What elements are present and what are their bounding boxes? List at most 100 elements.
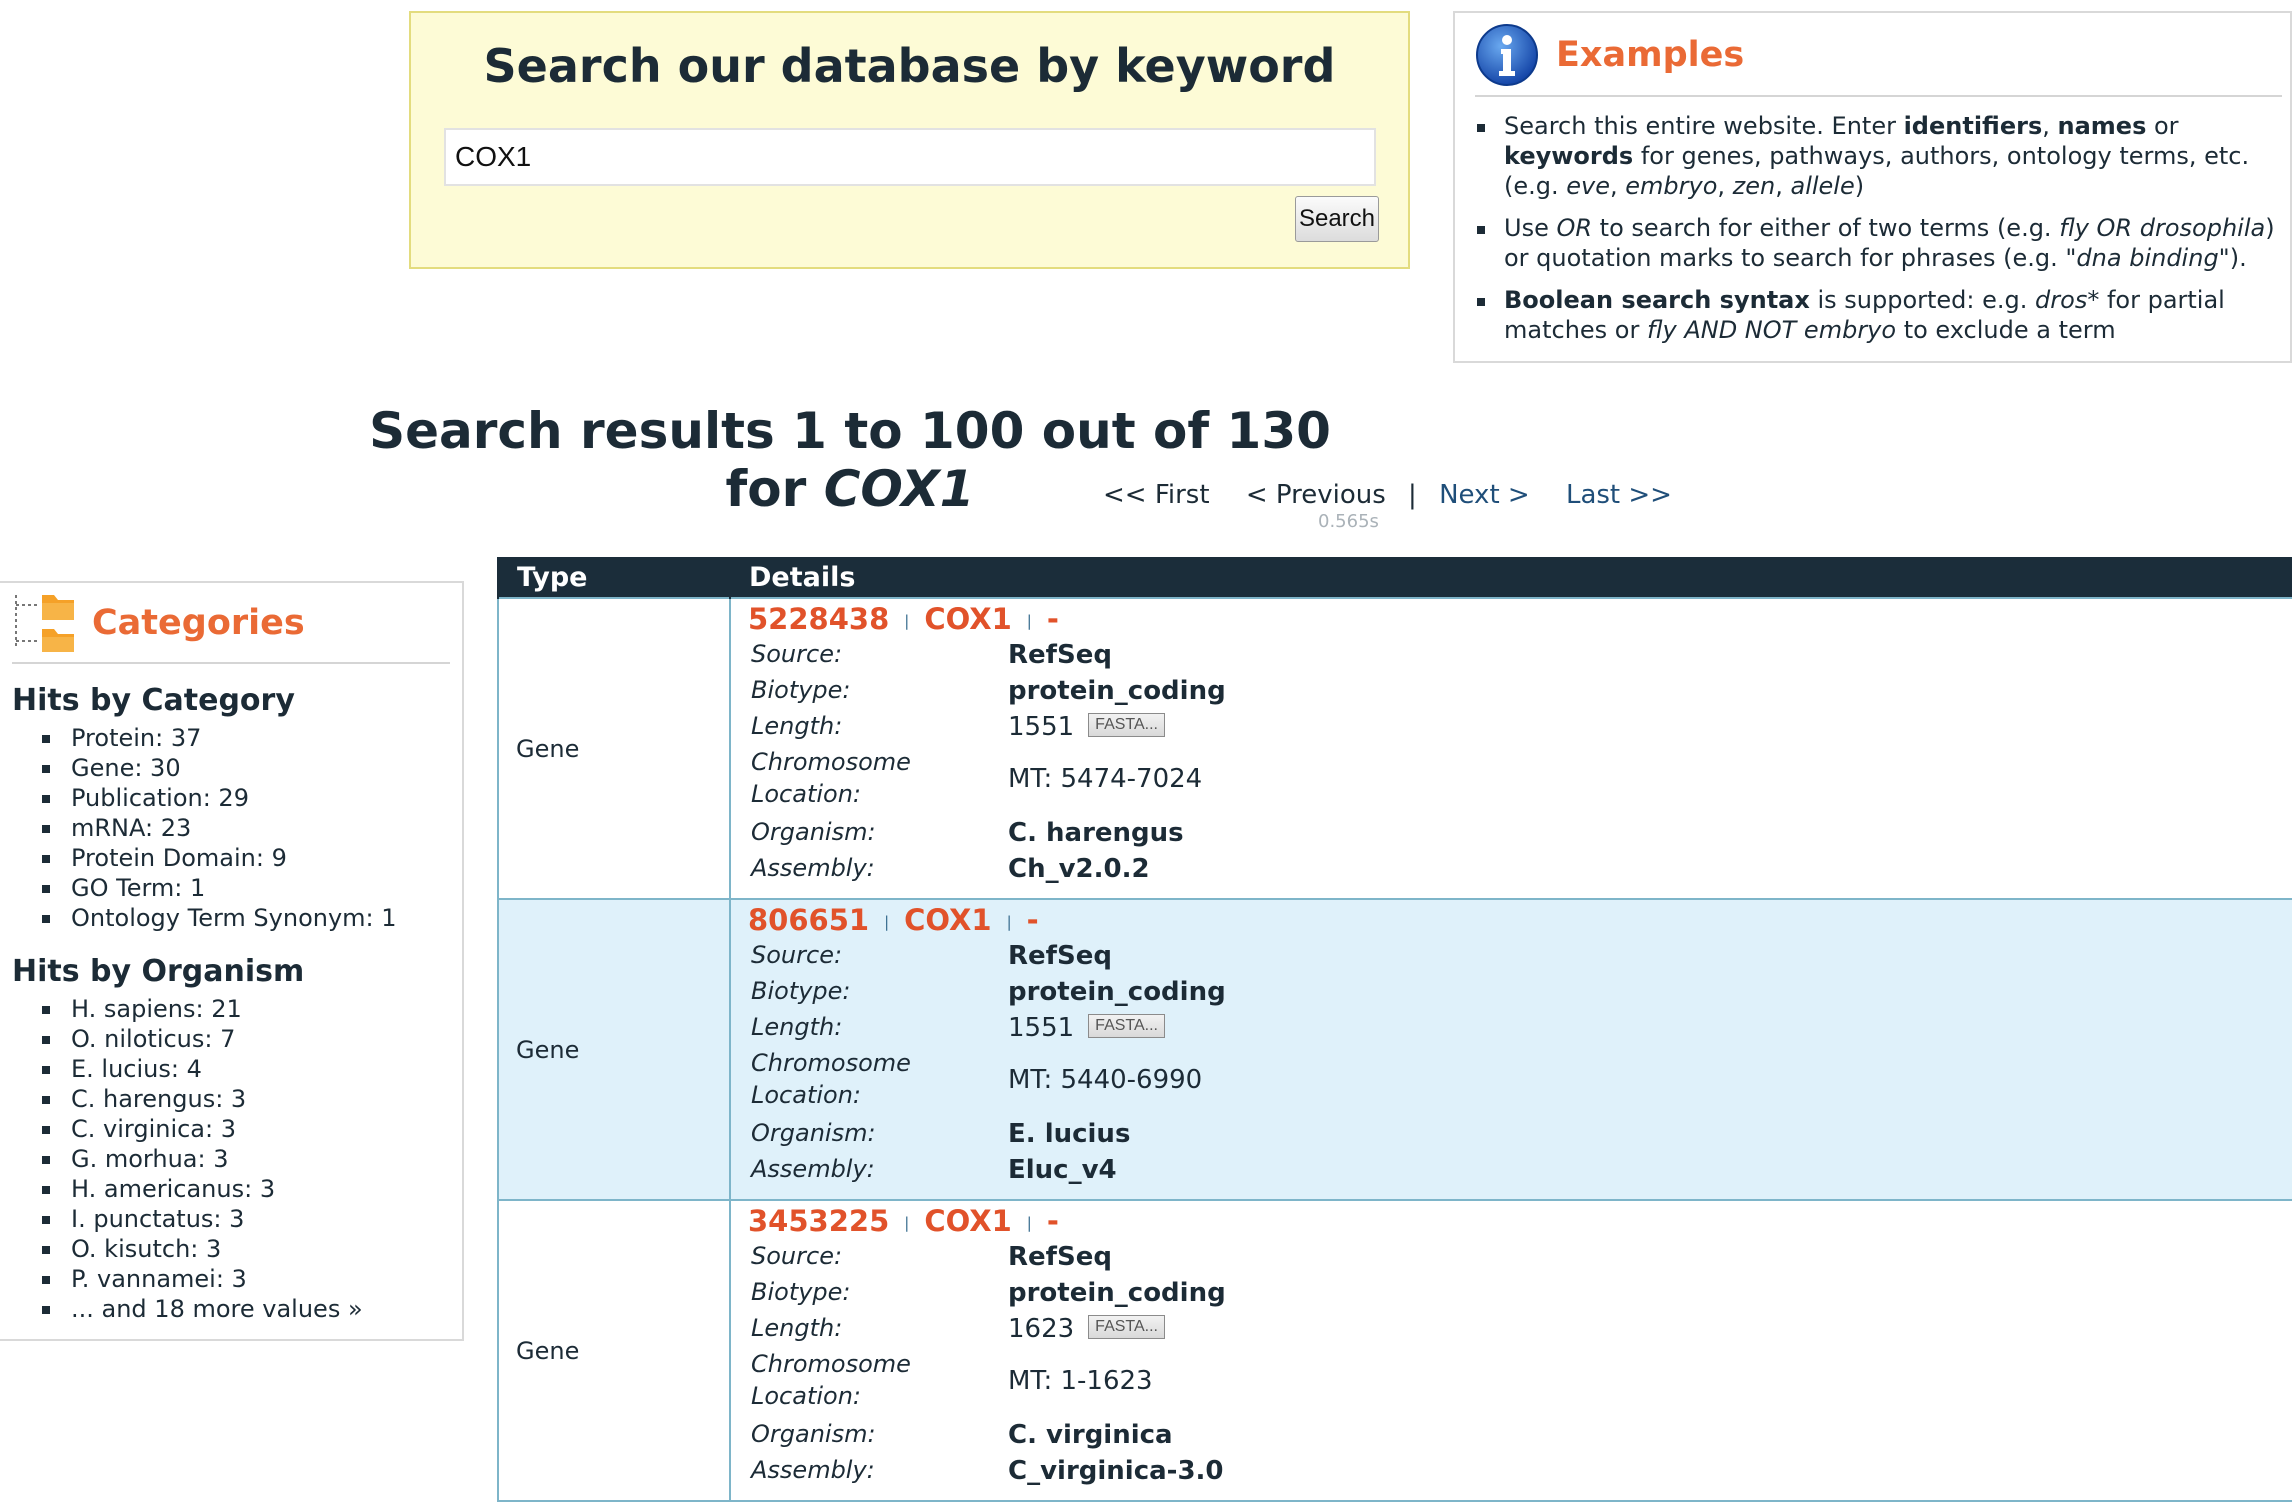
field-label: Chromosome Location: (751, 748, 911, 808)
field-value: RefSeq (1008, 1242, 1112, 1272)
organism-item[interactable]: O. niloticus: 7 (12, 1024, 365, 1054)
divider (12, 662, 450, 664)
field-value: C_virginica-3.0 (1008, 1456, 1224, 1486)
field-organism: Organism: C. virginica (731, 1416, 2292, 1452)
field-label: Assembly: (751, 854, 875, 882)
field-assembly: Assembly: Ch_v2.0.2 (731, 850, 2292, 886)
divider (1475, 95, 2282, 97)
organism-item[interactable]: O. kisutch: 3 (12, 1234, 365, 1264)
result-symbol-link[interactable]: COX1 (924, 602, 1011, 636)
field-value: MT: 1-1623 (1008, 1366, 1153, 1396)
field-length: Length: 1551 FASTA... (731, 708, 2292, 744)
field-chromosome-location: Chromosome Location: MT: 1-1623 (731, 1346, 2292, 1416)
fasta-button[interactable]: FASTA... (1088, 1013, 1165, 1038)
result-symbol-link[interactable]: COX1 (924, 1204, 1011, 1238)
results-header-row: Type Details (497, 557, 2292, 598)
examples-list: Search this entire website. Enter identi… (1473, 111, 2282, 357)
organism-item[interactable]: P. vannamei: 3 (12, 1264, 365, 1294)
field-label: Assembly: (751, 1456, 875, 1484)
table-row: Gene 806651 | COX1 | - Source: RefSeq Biotype… (497, 898, 2292, 1201)
field-label: Biotype: (751, 676, 851, 704)
search-input[interactable] (444, 128, 1376, 186)
result-heading: 5228438 | COX1 | - (731, 599, 2292, 636)
pager-next-link[interactable]: Next > (1439, 480, 1530, 510)
category-item[interactable]: Protein Domain: 9 (12, 843, 397, 873)
field-value: E. lucius (1008, 1119, 1131, 1149)
result-id-link[interactable]: 806651 (748, 903, 869, 937)
field-biotype: Biotype: protein_coding (731, 672, 2292, 708)
result-symbol-link[interactable]: COX1 (904, 903, 991, 937)
field-value: RefSeq (1008, 640, 1112, 670)
categories-title: Categories (92, 603, 305, 643)
table-row: Gene 5228438 | COX1 | - Source: RefSeq Biotyp… (497, 597, 2292, 900)
examples-title: Examples (1556, 35, 1745, 75)
fasta-button[interactable]: FASTA... (1088, 712, 1165, 737)
organism-item[interactable]: H. americanus: 3 (12, 1174, 365, 1204)
result-heading: 806651 | COX1 | - (731, 900, 2292, 937)
field-label: Source: (751, 1242, 843, 1270)
field-value-wrap: 1623 FASTA... (1008, 1314, 1165, 1344)
field-chromosome-location: Chromosome Location: MT: 5440-6990 (731, 1045, 2292, 1115)
field-value: 1623 (1008, 1314, 1075, 1344)
details-cell: 3453225 | COX1 | - Source: RefSeq Biotype: pro… (729, 1199, 2292, 1502)
type-cell: Gene (497, 597, 731, 900)
category-item[interactable]: Protein: 37 (12, 723, 397, 753)
field-label: Length: (751, 1013, 843, 1041)
search-panel: Search our database by keyword Search (409, 11, 1410, 269)
field-label: Organism: (751, 1420, 876, 1448)
field-value: protein_coding (1008, 676, 1226, 706)
result-name: - (1026, 903, 1039, 937)
separator: | (904, 1214, 910, 1232)
category-item[interactable]: Ontology Term Synonym: 1 (12, 903, 397, 933)
field-value: protein_coding (1008, 977, 1226, 1007)
results-query: COX1 (823, 460, 975, 518)
separator: | (884, 913, 890, 931)
field-source: Source: RefSeq (731, 636, 2292, 672)
result-id-link[interactable]: 5228438 (748, 602, 889, 636)
info-icon (1476, 24, 1538, 86)
details-column-header: Details (729, 557, 2292, 598)
organism-item[interactable]: H. sapiens: 21 (12, 994, 365, 1024)
category-item[interactable]: GO Term: 1 (12, 873, 397, 903)
field-biotype: Biotype: protein_coding (731, 1274, 2292, 1310)
field-value: C. harengus (1008, 818, 1184, 848)
category-item[interactable]: mRNA: 23 (12, 813, 397, 843)
folder-tree-icon (15, 595, 74, 652)
hits-by-category-heading: Hits by Category (12, 683, 295, 718)
organism-item[interactable]: I. punctatus: 3 (12, 1204, 365, 1234)
field-value: C. virginica (1008, 1420, 1173, 1450)
field-organism: Organism: C. harengus (731, 814, 2292, 850)
category-item[interactable]: Publication: 29 (12, 783, 397, 813)
organism-item[interactable]: C. harengus: 3 (12, 1084, 365, 1114)
field-assembly: Assembly: Eluc_v4 (731, 1151, 2292, 1187)
example-item-2: Use OR to search for either of two terms… (1473, 213, 2282, 273)
field-value: MT: 5440-6990 (1008, 1065, 1203, 1095)
search-button[interactable]: Search (1295, 196, 1379, 242)
pager-previous: < Previous (1245, 480, 1386, 510)
field-label: Biotype: (751, 977, 851, 1005)
field-length: Length: 1551 FASTA... (731, 1009, 2292, 1045)
example-item-3: Boolean search syntax is supported: e.g.… (1473, 285, 2282, 345)
type-column-header: Type (497, 557, 730, 598)
field-label: Length: (751, 712, 843, 740)
field-label: Length: (751, 1314, 843, 1342)
type-cell: Gene (497, 1199, 731, 1502)
result-id-link[interactable]: 3453225 (748, 1204, 889, 1238)
result-name: - (1046, 602, 1059, 636)
pager: << First < Previous | Next > Last >> (1103, 480, 1672, 510)
organism-item[interactable]: E. lucius: 4 (12, 1054, 365, 1084)
field-label: Biotype: (751, 1278, 851, 1306)
organism-item[interactable]: C. virginica: 3 (12, 1114, 365, 1144)
more-values-link[interactable]: ... and 18 more values » (12, 1294, 365, 1324)
fasta-button[interactable]: FASTA... (1088, 1314, 1165, 1339)
field-organism: Organism: E. lucius (731, 1115, 2292, 1151)
search-title: Search our database by keyword (483, 39, 1336, 93)
field-value: RefSeq (1008, 941, 1112, 971)
field-label: Organism: (751, 818, 876, 846)
pager-last-link[interactable]: Last >> (1566, 480, 1672, 510)
category-item[interactable]: Gene: 30 (12, 753, 397, 783)
table-row: Gene 3453225 | COX1 | - Source: RefSeq Biotyp… (497, 1199, 2292, 1502)
organism-item[interactable]: G. morhua: 3 (12, 1144, 365, 1174)
separator: | (1006, 913, 1012, 931)
pager-separator: | (1408, 480, 1417, 510)
